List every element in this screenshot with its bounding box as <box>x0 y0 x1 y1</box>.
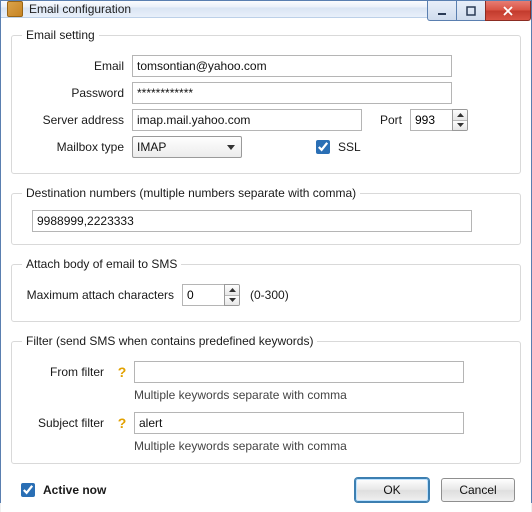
filter-group: Filter (send SMS when contains predefine… <box>11 334 521 464</box>
bottom-bar: Active now OK Cancel <box>11 472 521 504</box>
port-down-button[interactable] <box>453 120 467 131</box>
maximize-button[interactable] <box>456 1 486 21</box>
destination-numbers-input[interactable] <box>32 210 472 232</box>
port-label: Port <box>362 113 410 127</box>
port-spinner[interactable] <box>410 109 468 131</box>
max-attach-spinner[interactable] <box>182 284 240 306</box>
minimize-button[interactable] <box>427 1 457 21</box>
max-attach-up-button[interactable] <box>225 285 239 295</box>
server-address-label: Server address <box>22 113 132 127</box>
email-input[interactable] <box>132 55 452 77</box>
window-controls <box>428 1 531 21</box>
attach-body-group: Attach body of email to SMS Maximum atta… <box>11 257 521 322</box>
mailbox-type-label: Mailbox type <box>22 140 132 154</box>
server-address-input[interactable] <box>132 109 362 131</box>
email-setting-group: Email setting Email Password Server addr… <box>11 28 521 174</box>
from-filter-label: From filter <box>22 365 112 379</box>
destination-numbers-group: Destination numbers (multiple numbers se… <box>11 186 521 245</box>
help-icon[interactable]: ? <box>114 415 130 431</box>
password-label: Password <box>22 86 132 100</box>
ok-button[interactable]: OK <box>355 478 429 502</box>
mailbox-type-select[interactable]: IMAP <box>132 136 242 158</box>
port-up-button[interactable] <box>453 110 467 120</box>
from-filter-input[interactable] <box>134 361 464 383</box>
password-input[interactable] <box>132 82 452 104</box>
max-attach-input[interactable] <box>182 284 224 306</box>
email-configuration-window: Email configuration Email setting Email … <box>0 0 532 503</box>
max-attach-down-button[interactable] <box>225 295 239 306</box>
help-icon[interactable]: ? <box>114 364 130 380</box>
active-now-checkbox-input[interactable] <box>21 483 35 497</box>
client-area: Email setting Email Password Server addr… <box>1 18 531 512</box>
max-attach-range-hint: (0-300) <box>250 288 289 302</box>
active-now-label: Active now <box>43 483 106 497</box>
titlebar: Email configuration <box>1 1 531 18</box>
destination-numbers-legend: Destination numbers (multiple numbers se… <box>22 186 360 200</box>
subject-filter-hint: Multiple keywords separate with comma <box>134 439 510 453</box>
port-input[interactable] <box>410 109 452 131</box>
email-label: Email <box>22 59 132 73</box>
cancel-button[interactable]: Cancel <box>441 478 515 502</box>
attach-body-legend: Attach body of email to SMS <box>22 257 181 271</box>
close-button[interactable] <box>485 1 531 21</box>
ssl-checkbox[interactable]: SSL <box>312 137 361 157</box>
ssl-checkbox-input[interactable] <box>316 140 330 154</box>
max-attach-label: Maximum attach characters <box>22 288 182 302</box>
from-filter-hint: Multiple keywords separate with comma <box>134 388 510 402</box>
email-setting-legend: Email setting <box>22 28 99 42</box>
window-title: Email configuration <box>29 2 131 16</box>
active-now-checkbox[interactable]: Active now <box>17 480 106 500</box>
subject-filter-label: Subject filter <box>22 416 112 430</box>
filter-legend: Filter (send SMS when contains predefine… <box>22 334 317 348</box>
ssl-label: SSL <box>338 140 361 154</box>
app-icon <box>7 1 23 17</box>
subject-filter-input[interactable] <box>134 412 464 434</box>
